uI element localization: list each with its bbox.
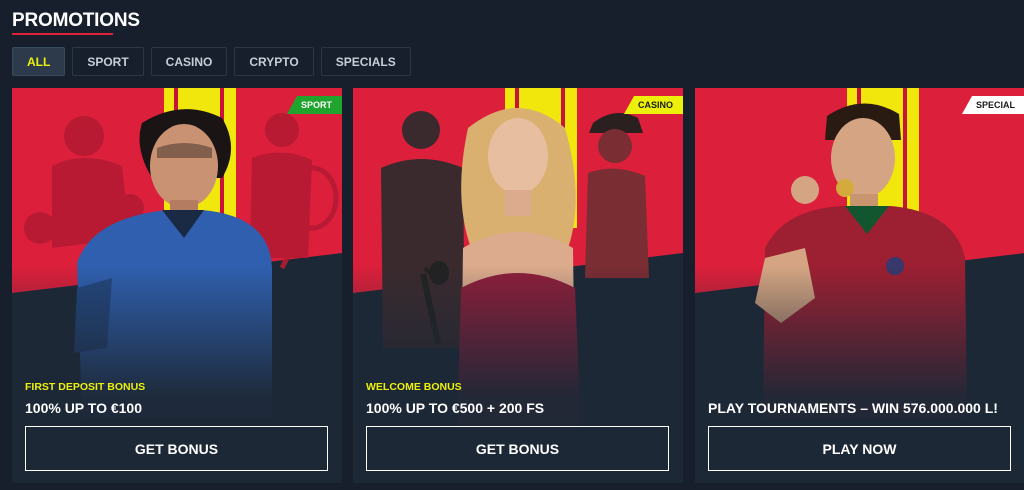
- tab-crypto[interactable]: CRYPTO: [234, 47, 314, 76]
- tab-casino[interactable]: CASINO: [150, 47, 228, 76]
- promo-headline: PLAY TOURNAMENTS – WIN 576.000.000 L!: [708, 400, 998, 416]
- casino-promo-illustration: [353, 88, 683, 483]
- category-badge: CASINO: [623, 96, 683, 114]
- page-title: PROMOTIONS: [12, 10, 140, 31]
- promotion-filter-tabs: ALL SPORT CASINO CRYPTO SPECIALS: [12, 47, 411, 76]
- promo-headline: 100% UP TO €100: [25, 400, 143, 416]
- tab-sport[interactable]: SPORT: [72, 47, 144, 76]
- tab-all[interactable]: ALL: [12, 47, 66, 76]
- category-badge: SPECIAL: [961, 96, 1024, 114]
- get-bonus-button[interactable]: GET BONUS: [366, 426, 669, 471]
- get-bonus-button[interactable]: GET BONUS: [25, 426, 328, 471]
- promo-subtitle: FIRST DEPOSIT BONUS: [25, 381, 146, 393]
- promo-subtitle: WELCOME BONUS: [366, 381, 462, 393]
- promo-headline: 100% UP TO €500 + 200 FS: [366, 400, 545, 416]
- promotion-cards: SPORT FIRST DEPOSIT BONUS 100% UP TO €10…: [12, 88, 1024, 490]
- sport-promo-illustration: [12, 88, 342, 483]
- play-now-button[interactable]: PLAY NOW: [708, 426, 1011, 471]
- promo-card-casino[interactable]: CASINO WELCOME BONUS 100% UP TO €500 + 2…: [353, 88, 683, 483]
- tab-specials[interactable]: SPECIALS: [320, 47, 411, 76]
- promo-card-special[interactable]: SPECIAL PLAY TOURNAMENTS – WIN 576.000.0…: [695, 88, 1024, 483]
- promo-card-sport[interactable]: SPORT FIRST DEPOSIT BONUS 100% UP TO €10…: [12, 88, 342, 483]
- title-underline: [12, 33, 113, 35]
- special-promo-illustration: [695, 88, 1024, 483]
